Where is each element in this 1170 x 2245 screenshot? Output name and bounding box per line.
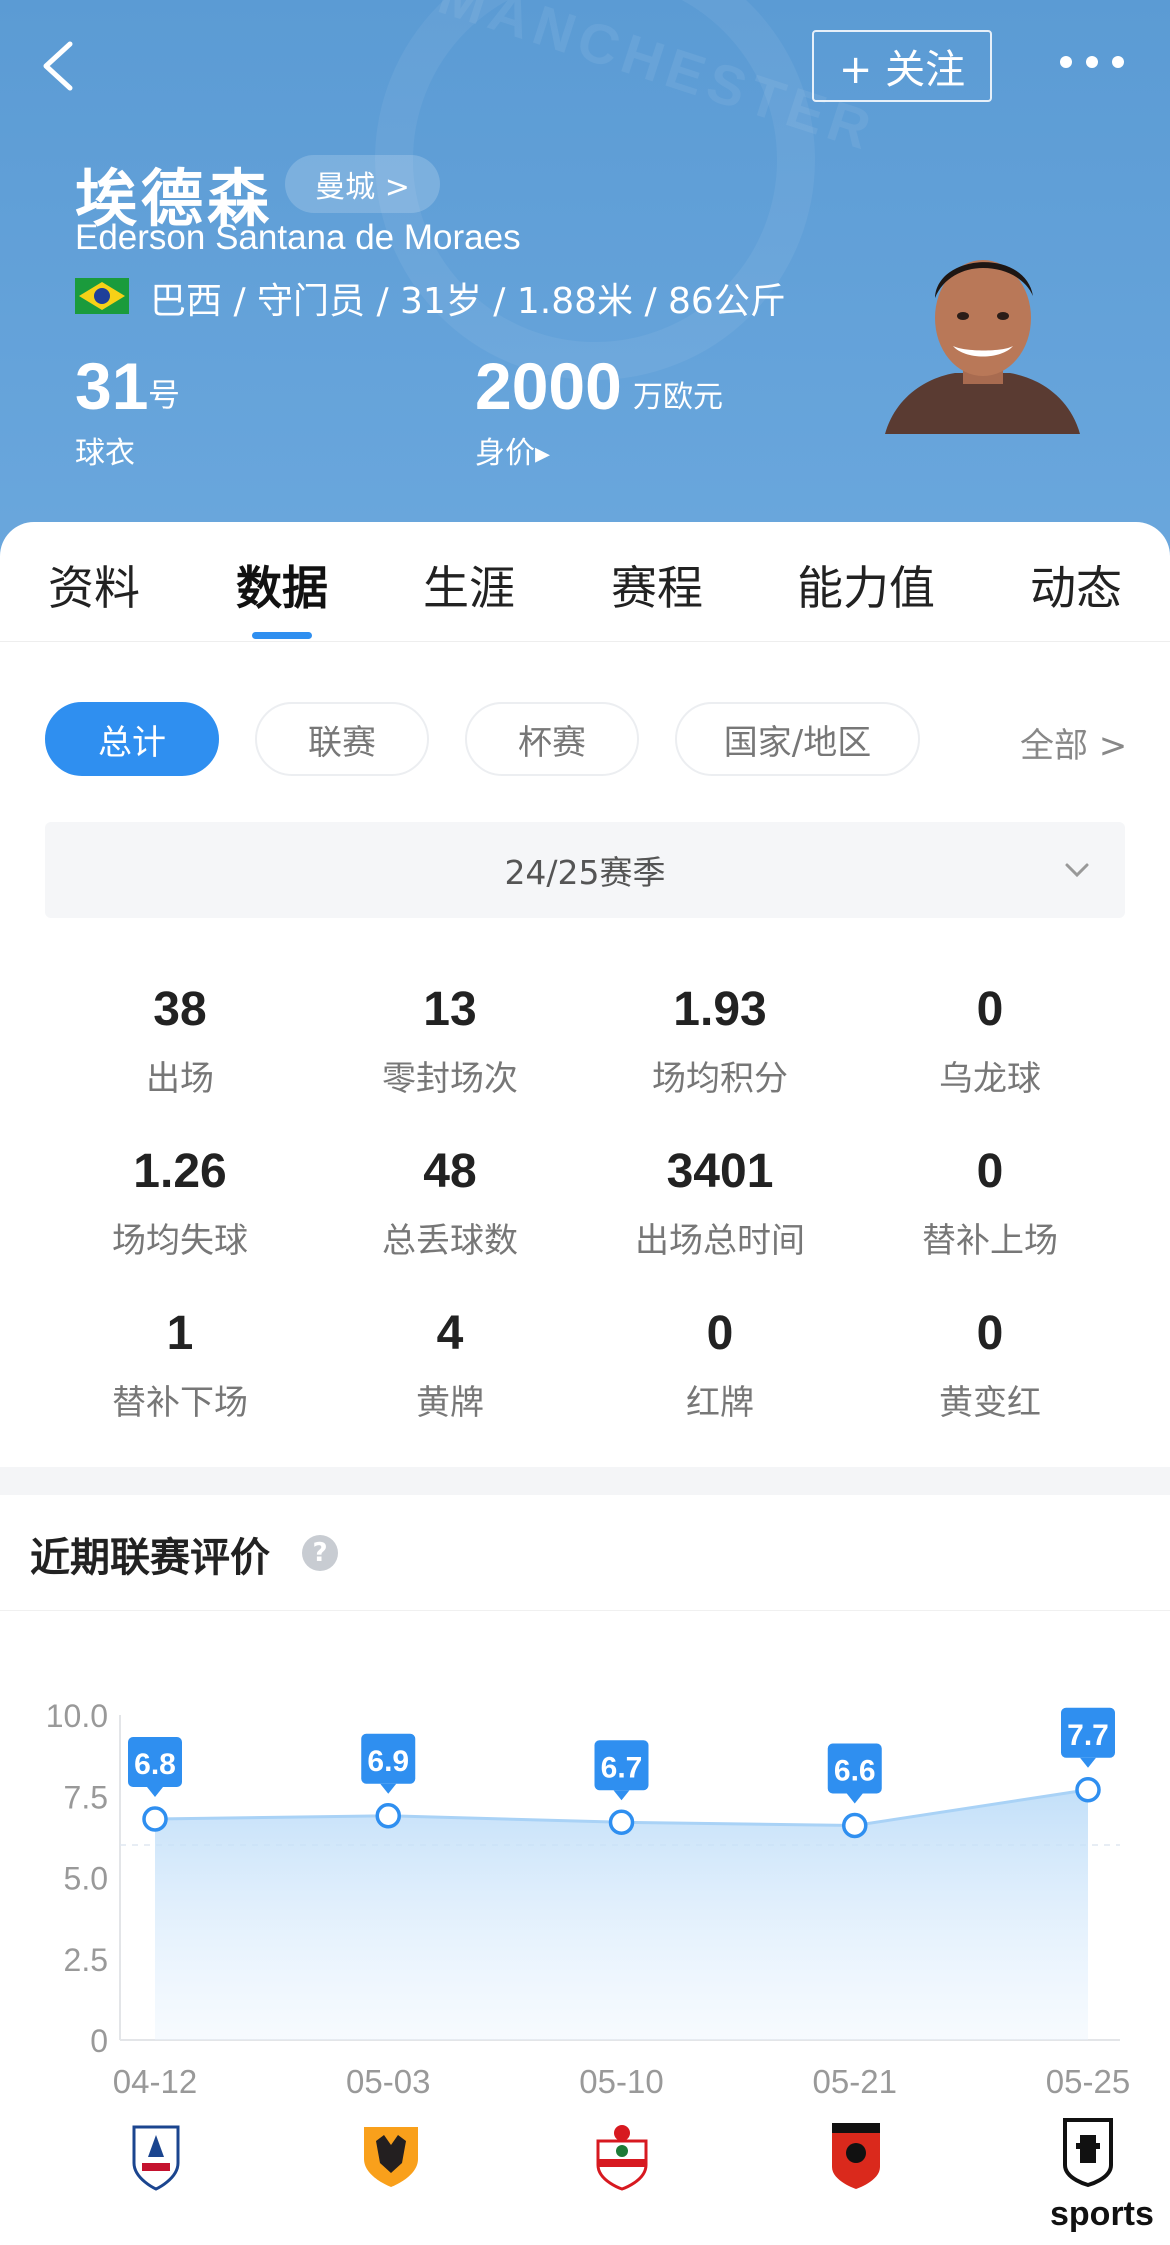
club-link[interactable]: 曼城 >: [285, 155, 440, 213]
stat-red-cards: 0 红牌: [686, 1307, 754, 1423]
wolves-badge-icon: [364, 2127, 418, 2187]
rating-point: [842, 1812, 868, 1839]
rating-label: 7.7: [1067, 1719, 1109, 1752]
x-tick-label: 05-25: [1046, 2063, 1130, 2100]
x-tick-label: 05-10: [579, 2063, 663, 2100]
rating-point: [1075, 1777, 1101, 1803]
player-header: MANCHESTER + 关注 埃德森 曼城 > Ederson Santana…: [0, 0, 1170, 560]
stat-minutes: 3401 出场总时间: [635, 1145, 805, 1261]
x-tick-label: 05-21: [813, 2063, 897, 2100]
southampton-badge-icon: [596, 2125, 648, 2191]
market-value-link[interactable]: 身价▸: [475, 428, 550, 472]
rating-label: 6.7: [601, 1751, 643, 1784]
player-bio: 巴西 / 守门员 / 31岁 / 1.88米 / 86公斤: [150, 281, 786, 322]
market-value: 2000: [475, 349, 622, 423]
rating-point: [142, 1806, 168, 1832]
chip-total[interactable]: 总计: [45, 702, 219, 776]
rating-badge-pointer: [1080, 1757, 1096, 1768]
chip-cup[interactable]: 杯赛: [465, 702, 639, 776]
all-filters-link[interactable]: 全部 >: [1020, 718, 1127, 767]
chevron-down-icon: [1065, 863, 1089, 878]
y-tick-label: 5.0: [64, 1861, 108, 1897]
rating-point: [608, 1809, 635, 1835]
tab-ability[interactable]: 能力值: [797, 552, 935, 618]
tab-profile[interactable]: 资料: [48, 552, 140, 618]
jersey-number: 31: [75, 349, 149, 423]
stat-total-conceded: 48 总丢球数: [382, 1145, 518, 1261]
y-tick-label: 2.5: [64, 1942, 108, 1978]
player-name-en: Ederson Santana de Moraes: [75, 218, 521, 257]
stats-card: 资料 数据 生涯 赛程 能力值 动态 总计 联赛 杯赛 国家/地区 全部 > 2…: [0, 522, 1170, 1467]
jersey-unit: 号: [148, 376, 181, 414]
rating-badge-pointer: [147, 1787, 163, 1797]
stat-goals-conceded-per-game: 1.26 场均失球: [112, 1145, 248, 1261]
y-tick-label: 0: [90, 2023, 108, 2059]
rating-badge-pointer: [380, 1783, 397, 1794]
back-arrow-icon: [43, 41, 73, 91]
tab-feed[interactable]: 动态: [1030, 552, 1122, 618]
bournemouth-badge-icon: [832, 2123, 880, 2189]
stat-sub-off: 1 替补下场: [112, 1307, 248, 1423]
tab-bar: 资料 数据 生涯 赛程 能力值 动态: [0, 522, 1170, 642]
x-tick-label: 05-03: [346, 2063, 430, 2100]
market-value-unit: 万欧元: [633, 380, 723, 415]
rating-badge-pointer: [613, 1790, 630, 1801]
x-tick-label: 04-12: [113, 2063, 197, 2100]
tab-data[interactable]: 数据: [236, 552, 328, 618]
follow-button[interactable]: + 关注: [812, 30, 992, 102]
rating-label: 6.8: [134, 1748, 176, 1781]
rating-badge-pointer: [846, 1793, 863, 1804]
stat-clean-sheets: 13 零封场次: [382, 983, 518, 1099]
y-tick-label: 10.0: [46, 1698, 108, 1734]
jersey-label: 球衣: [75, 436, 135, 471]
back-button[interactable]: [34, 36, 84, 96]
chip-league[interactable]: 联赛: [255, 702, 429, 776]
stat-second-yellow: 0 黄变红: [939, 1307, 1041, 1423]
stat-own-goals: 0 乌龙球: [939, 983, 1041, 1099]
fulham-badge-icon: [1063, 2118, 1113, 2187]
player-avatar: [885, 260, 1080, 434]
tab-career[interactable]: 生涯: [423, 552, 515, 618]
season-selector[interactable]: 24/25赛季: [45, 822, 1125, 918]
season-label: 24/25赛季: [504, 853, 666, 892]
rating-label: 6.9: [367, 1745, 409, 1778]
rating-label: 6.6: [834, 1755, 876, 1788]
chip-national[interactable]: 国家/地区: [675, 702, 920, 776]
stat-yellow-cards: 4 黄牌: [416, 1307, 484, 1423]
stat-appearances: 38 出场: [146, 983, 214, 1099]
active-tab-indicator: [252, 632, 312, 639]
stat-sub-on: 0 替补上场: [922, 1145, 1058, 1261]
rating-point: [375, 1803, 401, 1829]
y-tick-label: 7.5: [64, 1779, 108, 1815]
crystal-palace-badge-icon: [132, 2125, 180, 2191]
stat-points-per-game: 1.93 场均积分: [652, 983, 788, 1099]
filter-chips: 总计 联赛 杯赛 国家/地区 全部 >: [0, 702, 1170, 778]
sports-watermark: sports: [1050, 2195, 1154, 2233]
more-icon[interactable]: [1060, 56, 1124, 68]
tab-schedule[interactable]: 赛程: [611, 552, 703, 618]
brazil-flag-icon: [75, 278, 129, 314]
rating-chart-card: 近期联赛评价 ? 10.0 7.5 5.0 2.5 0 6.8 04-12 6.9 05-03 6…: [0, 1495, 1170, 2245]
